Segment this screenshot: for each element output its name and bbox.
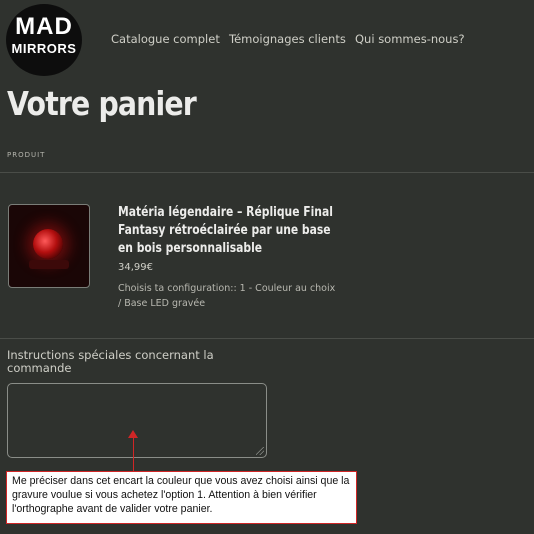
product-price: 34,99€ (118, 262, 153, 273)
resize-handle-icon[interactable] (256, 447, 264, 455)
logo-text-mad: MAD (15, 13, 73, 40)
materia-orb-image (33, 229, 63, 259)
led-base-image (29, 260, 69, 269)
instructions-textarea[interactable] (7, 383, 267, 458)
column-header-product: PRODUIT (7, 151, 46, 159)
product-title-link[interactable]: Matéria légendaire – Réplique Final Fant… (118, 204, 339, 258)
annotation-arrow-line (133, 436, 134, 472)
nav-link-testimonials[interactable]: Témoignages clients (229, 32, 346, 46)
annotation-callout: Me préciser dans cet encart la couleur q… (6, 471, 357, 524)
product-thumbnail[interactable] (8, 204, 90, 288)
annotation-arrow-head-icon (128, 430, 138, 438)
divider (0, 172, 534, 173)
instructions-label: Instructions spéciales concernant la com… (7, 348, 214, 375)
nav-link-about[interactable]: Qui sommes-nous? (355, 32, 465, 46)
brand-logo[interactable]: MAD MIRRORS (6, 4, 82, 76)
divider (0, 338, 534, 339)
nav-link-catalogue[interactable]: Catalogue complet (111, 32, 220, 46)
logo-text-mirrors: MIRRORS (11, 41, 77, 56)
product-config: Choisis ta configuration:: 1 - Couleur a… (118, 283, 336, 309)
page-title: Votre panier (7, 84, 197, 123)
